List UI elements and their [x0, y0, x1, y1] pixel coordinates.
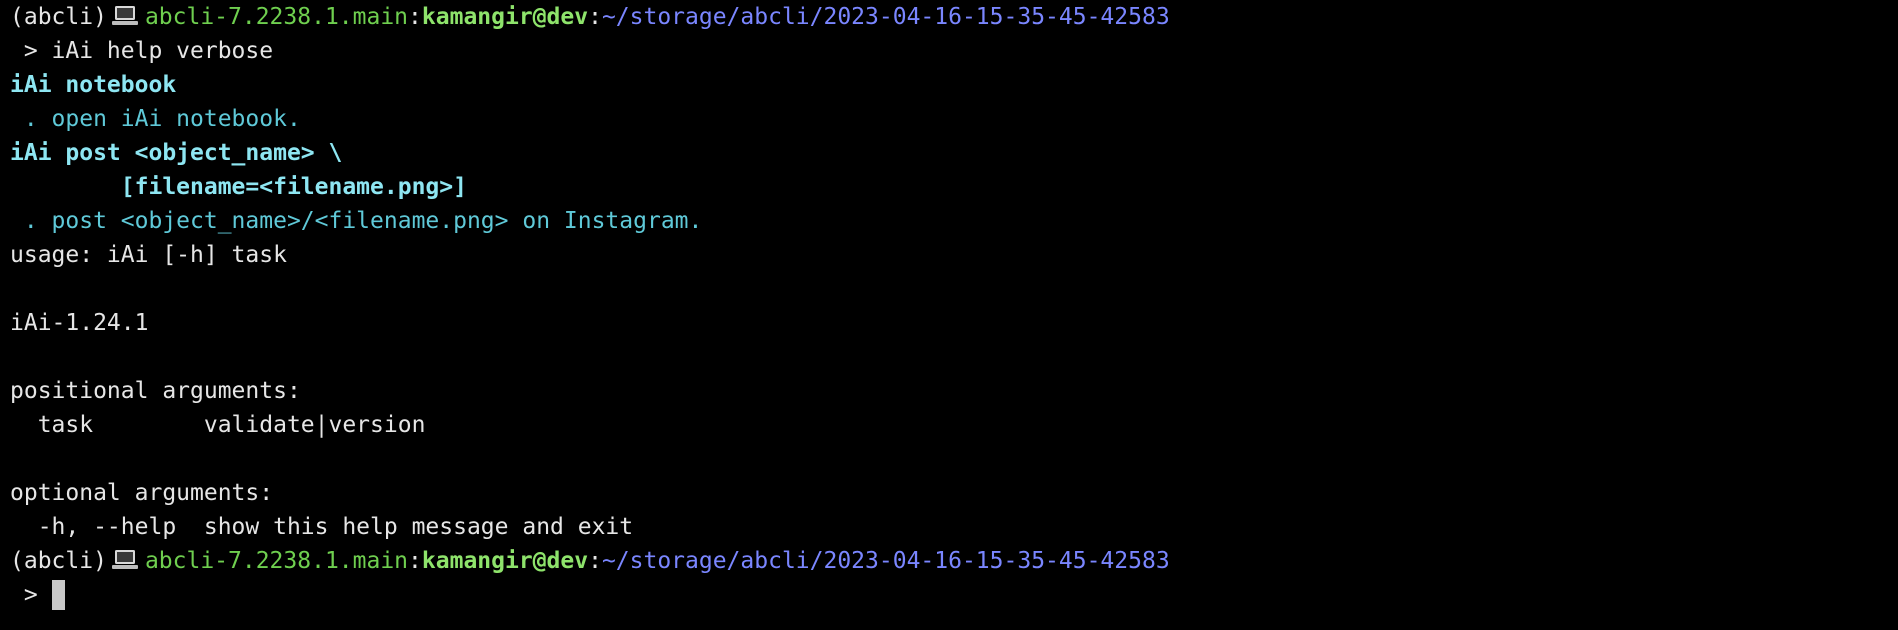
help-description: . post <object_name>/<filename.png> on I…: [10, 208, 703, 234]
help-command: iAi notebook: [10, 72, 177, 98]
terminal-window[interactable]: (abcli) abcli-7.2238.1.main:kamangir@dev:…: [0, 0, 1898, 630]
abcli-version: abcli-7.2238.1.main: [144, 4, 409, 30]
text-cursor[interactable]: [51, 580, 65, 610]
prompt-line: (abcli) abcli-7.2238.1.main:kamangir@dev:…: [10, 544, 1888, 578]
prompt-separator: :: [408, 4, 422, 30]
command-line: > iAi help verbose: [10, 38, 274, 64]
input-prompt: >: [10, 582, 52, 608]
input-line[interactable]: >: [10, 578, 1888, 612]
env-label: (abcli): [10, 4, 107, 30]
env-label: (abcli): [10, 548, 107, 574]
version-line: iAi-1.24.1: [10, 310, 149, 336]
usage-line: usage: iAi [-h] task: [10, 242, 287, 268]
help-command: iAi post <object_name> \: [10, 140, 343, 166]
optional-arguments-header: optional arguments:: [10, 480, 274, 506]
optional-argument: -h, --help show this help message and ex…: [10, 514, 634, 540]
current-path: ~/storage/abcli/2023-04-16-15-35-45-4258…: [601, 548, 1170, 574]
prompt-separator: :: [408, 548, 422, 574]
help-command-continuation: [filename=<filename.png>]: [10, 174, 467, 200]
laptop-icon: [111, 6, 138, 25]
user-host: kamangir@dev: [421, 4, 589, 30]
user-host: kamangir@dev: [421, 548, 589, 574]
prompt-separator: :: [588, 4, 602, 30]
help-description: . open iAi notebook.: [10, 106, 301, 132]
current-path: ~/storage/abcli/2023-04-16-15-35-45-4258…: [601, 4, 1170, 30]
prompt-separator: :: [588, 548, 602, 574]
laptop-icon: [111, 550, 138, 569]
positional-arguments-header: positional arguments:: [10, 378, 301, 404]
abcli-version: abcli-7.2238.1.main: [144, 548, 409, 574]
prompt-line: (abcli) abcli-7.2238.1.main:kamangir@dev:…: [10, 0, 1888, 34]
positional-argument: task validate|version: [10, 412, 426, 438]
